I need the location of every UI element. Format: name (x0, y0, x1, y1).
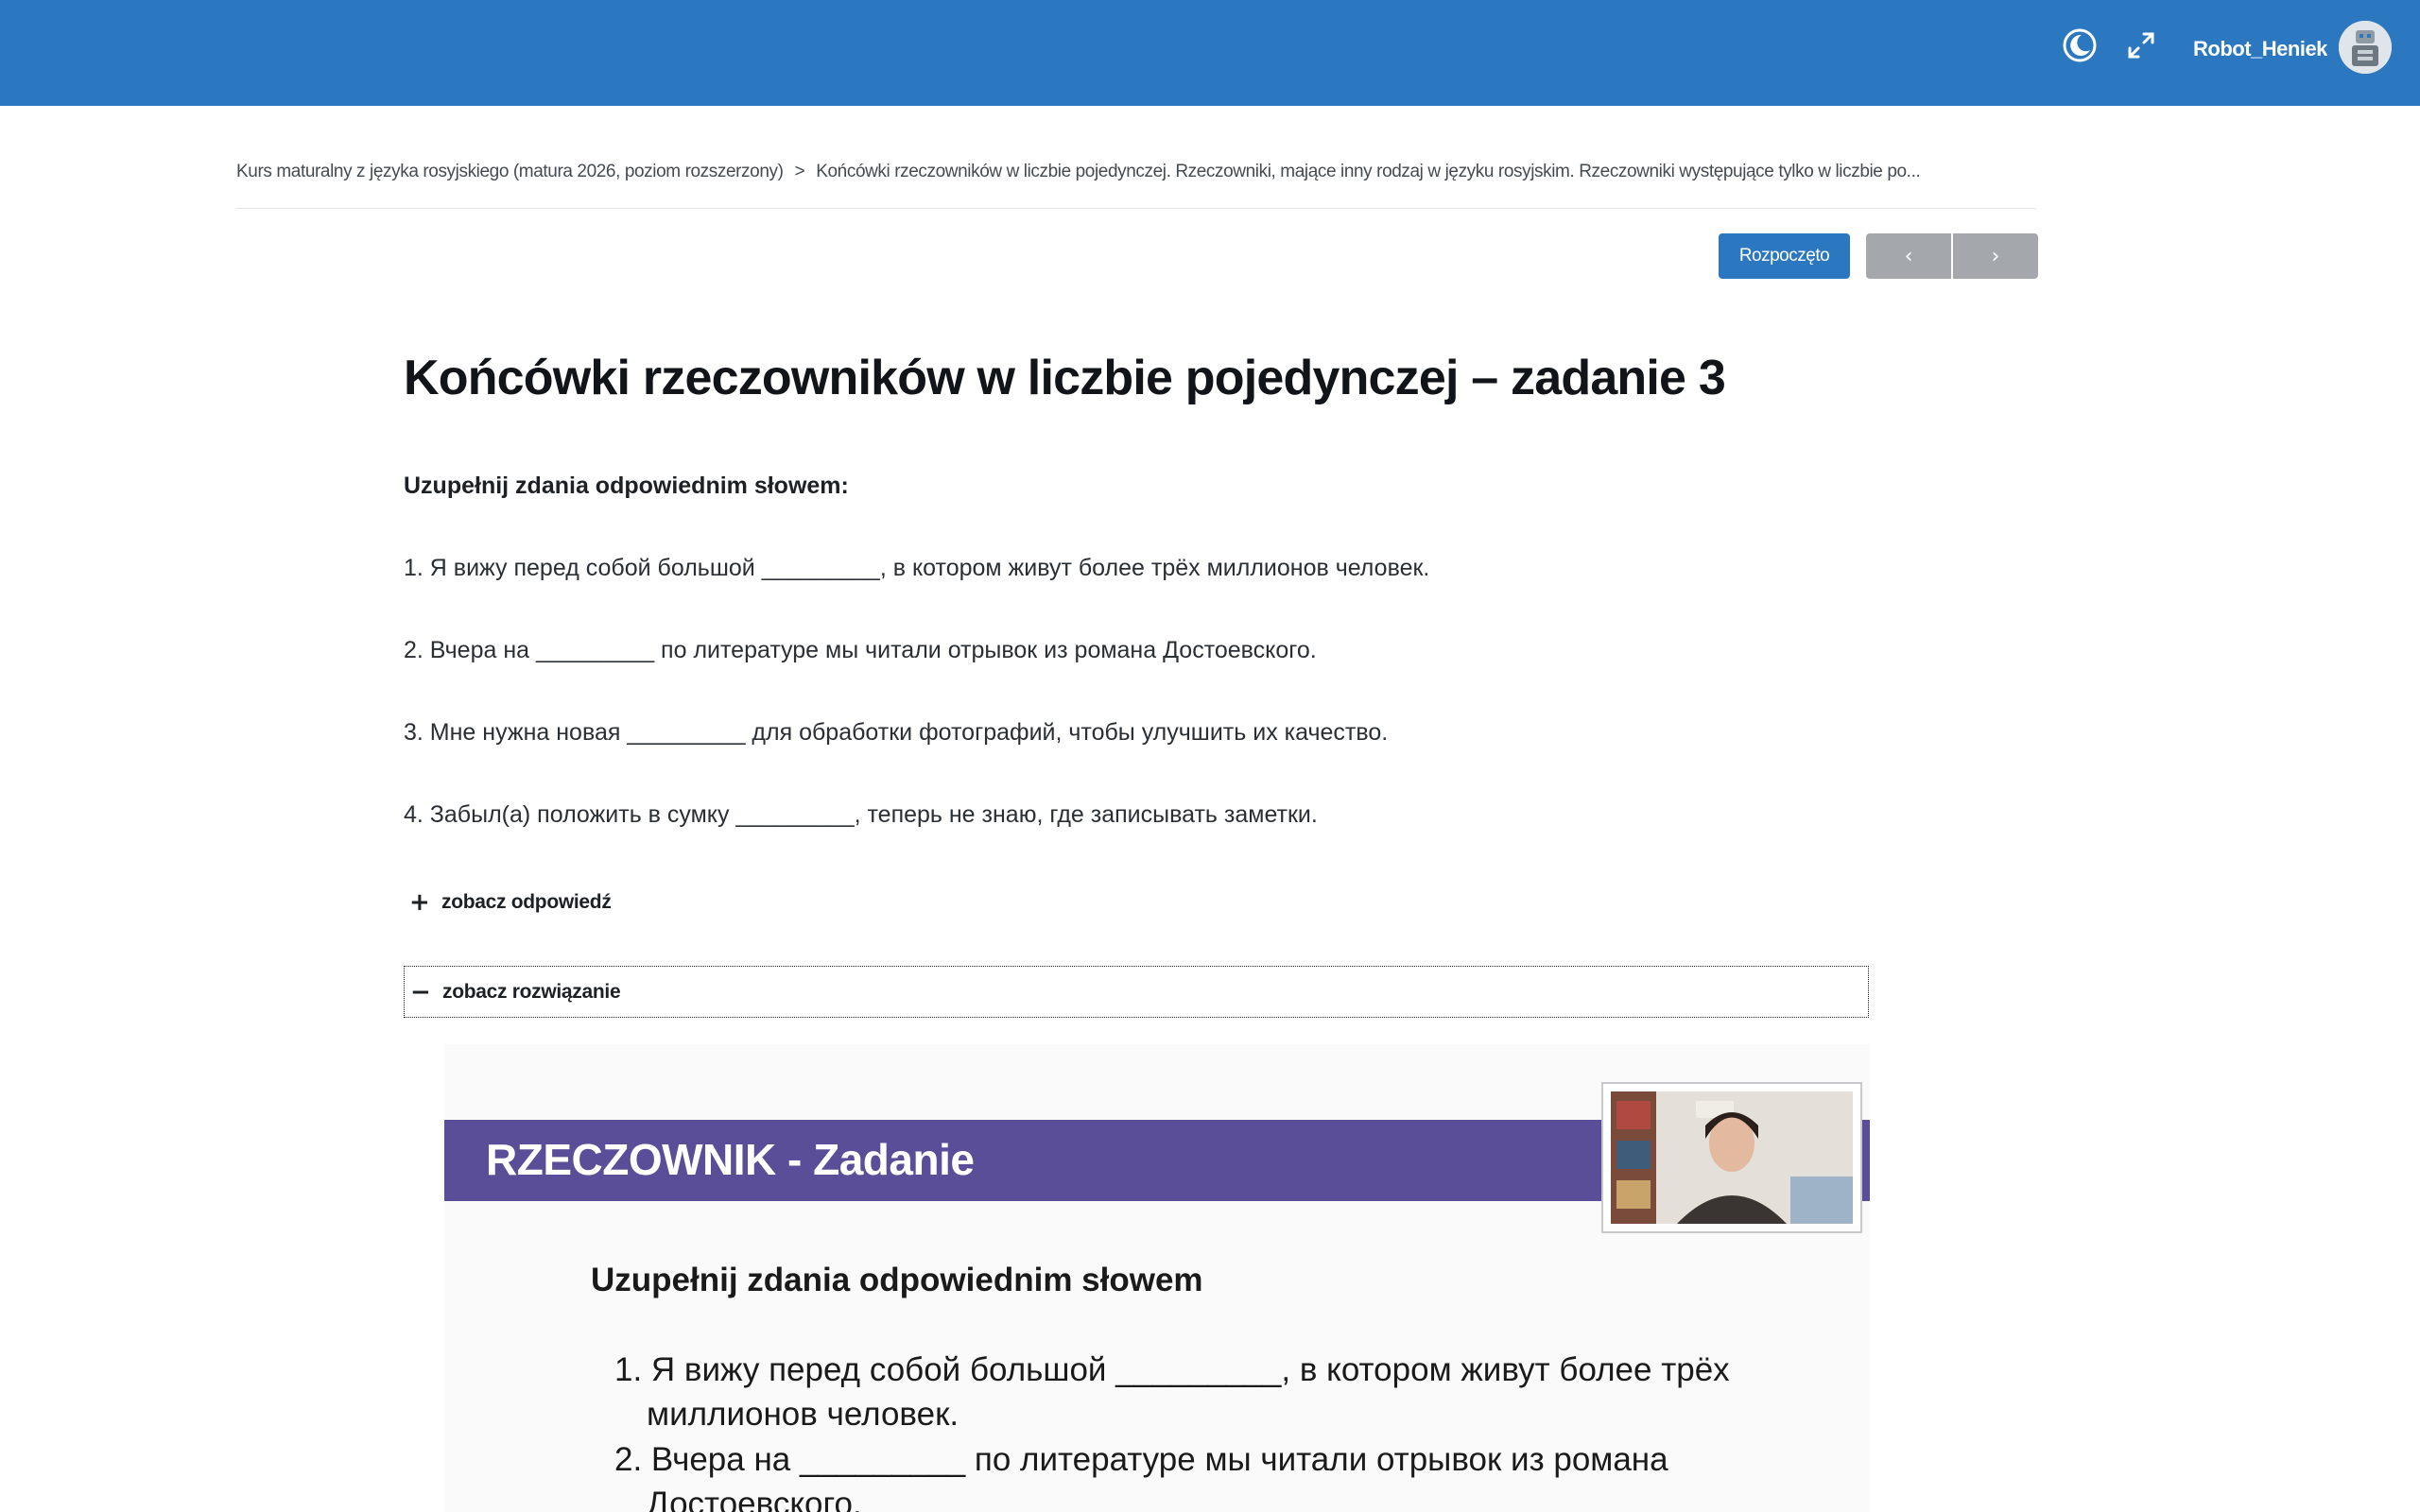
sentence-item: 4. Забыл(а) положить в сумку _________, … (404, 801, 1318, 828)
page-title: Końcówki rzeczowników w liczbie pojedync… (404, 351, 1726, 405)
slide-text-line: Достоевского. (647, 1486, 862, 1512)
avatar[interactable] (2339, 21, 2392, 74)
breadcrumb-course-link[interactable]: Kurs maturalny z języka rosyjskiego (mat… (236, 162, 784, 182)
breadcrumb: Kurs maturalny z języka rosyjskiego (mat… (236, 153, 2036, 191)
breadcrumb-lesson-link[interactable]: Końcówki rzeczowników w liczbie pojedync… (816, 162, 1920, 182)
show-answer-toggle[interactable]: + zobacz odpowiedź (404, 884, 612, 921)
webcam-overlay (1601, 1082, 1862, 1233)
robot-avatar-icon (2339, 21, 2392, 74)
plus-icon: + (409, 888, 430, 917)
show-answer-label: zobacz odpowiedź (441, 891, 612, 913)
slide-text-line: миллионов человек. (647, 1396, 959, 1433)
previous-activity-button[interactable]: ‹ (1866, 233, 1951, 279)
next-activity-button[interactable]: › (1953, 233, 2038, 279)
fullscreen-icon[interactable] (2120, 25, 2162, 66)
sentence-item: 3. Мне нужна новая _________ для обработ… (404, 719, 1389, 746)
slide-text-line: 1. Я вижу перед собой большой _________,… (614, 1351, 1730, 1388)
slide-text-line: 2. Вчера на _________ по литературе мы ч… (614, 1441, 1668, 1478)
show-solution-label: zobacz rozwiązanie (442, 980, 621, 1003)
dark-mode-icon[interactable] (2059, 25, 2100, 66)
top-navbar: Robot_Heniek (0, 0, 2420, 106)
sentence-item: 2. Вчера на _________ по литературе мы ч… (404, 637, 1317, 663)
sentence-item: 1. Я вижу перед собой большой _________,… (404, 555, 1430, 581)
slide-title: RZECZOWNIK - Zadanie (486, 1135, 975, 1184)
status-button[interactable]: Rozpoczęto (1719, 233, 1850, 279)
task-instruction: Uzupełnij zdania odpowiednim słowem: (404, 472, 849, 499)
presenter-image (1611, 1091, 1853, 1224)
header-divider (236, 208, 2036, 209)
breadcrumb-separator: > (794, 162, 805, 181)
presenter-icon (1611, 1091, 1853, 1224)
show-solution-toggle[interactable]: − zobacz rozwiązanie (404, 966, 1869, 1018)
minus-icon: − (410, 977, 431, 1006)
slide-instruction: Uzupełnij zdania odpowiednim słowem (591, 1262, 1203, 1298)
user-name[interactable]: Robot_Heniek (2193, 32, 2327, 66)
